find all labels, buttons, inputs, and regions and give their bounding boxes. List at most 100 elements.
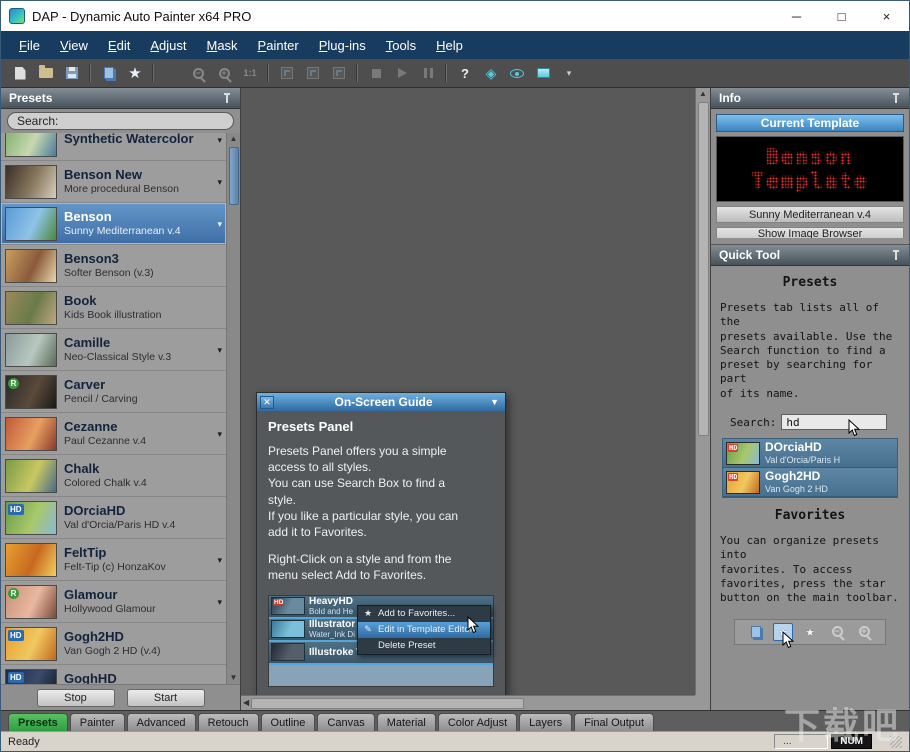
menu-item-view[interactable]: View (50, 34, 98, 57)
qt-search-input[interactable]: hd (781, 414, 888, 431)
preset-description: More procedural Benson (64, 182, 179, 195)
guide-collapse-icon[interactable]: ▼ (490, 397, 499, 407)
scroll-down-icon[interactable]: ▼ (230, 672, 238, 684)
menu-item-edit[interactable]: Edit (98, 34, 140, 57)
layers-view-button[interactable]: ◈ (478, 61, 504, 85)
qt-result-gogh2hd[interactable]: HD Gogh2HD Van Gogh 2 HD (723, 468, 897, 498)
preset-row-cezanne[interactable]: Cezanne Paul Cezanne v.4 ▾ (1, 413, 226, 455)
menu-item-help[interactable]: Help (426, 34, 473, 57)
preset-row-goghhd[interactable]: HD GoghHDVan Gogh HD (Church) ▾ (1, 665, 226, 684)
menu-item-adjust[interactable]: Adjust (140, 34, 196, 57)
mini-preset-name: Illustrator (309, 619, 356, 630)
screen-preview-button[interactable] (530, 61, 556, 85)
canvas-horizontal-scrollbar[interactable]: ◀ (241, 695, 695, 710)
tab-canvas[interactable]: Canvas (317, 713, 375, 731)
preset-menu-arrow-icon[interactable]: ▾ (217, 177, 222, 188)
presets-search-input[interactable]: Search: (7, 112, 234, 130)
new-document-button[interactable] (7, 61, 33, 85)
preset-menu-arrow-icon[interactable]: ▾ (217, 597, 222, 608)
maximize-button[interactable]: □ (819, 1, 864, 31)
info-panel-body: Current Template Benson Template Sunny M… (711, 109, 909, 245)
pin-icon[interactable] (891, 92, 901, 104)
scroll-left-icon[interactable]: ◀ (243, 697, 249, 709)
guide-close-icon[interactable]: ✕ (260, 395, 274, 409)
preset-row-benson3[interactable]: Benson3 Softer Benson (v.3) (1, 245, 226, 287)
scroll-up-icon[interactable]: ▲ (699, 88, 707, 100)
preset-row-felttip[interactable]: FeltTip Felt-Tip (c) HonzaKov ▾ (1, 539, 226, 581)
preset-menu-arrow-icon[interactable]: ▾ (217, 219, 222, 230)
context-menu-item-add-to-favorites[interactable]: ★ Add to Favorites... (358, 606, 490, 622)
show-image-browser-button[interactable]: Show Image Browser (716, 227, 904, 238)
preset-row-gogh2hd[interactable]: HD Gogh2HD Van Gogh 2 HD (v.4) (1, 623, 226, 665)
pin-icon[interactable] (222, 92, 232, 104)
canvas-vertical-scrollbar[interactable]: ▲ (695, 88, 710, 695)
qt-favorites-heading: Favorites (774, 508, 846, 524)
menu-item-tools[interactable]: Tools (376, 34, 426, 57)
preset-row-chalk[interactable]: Chalk Colored Chalk v.4 (1, 455, 226, 497)
scrollbar-thumb[interactable] (228, 147, 239, 205)
qt-duplicate-button[interactable] (746, 623, 766, 641)
start-button[interactable]: Start (126, 688, 205, 707)
menu-item-file[interactable]: File (9, 34, 50, 57)
qt-zoom-out-button[interactable]: − (827, 623, 847, 641)
preview-button[interactable] (504, 61, 530, 85)
qt-search-label: Search: (730, 415, 777, 429)
scrollbar-thumb[interactable] (697, 102, 709, 436)
preset-list-scrollbar[interactable]: ▲ ▼ (226, 133, 240, 684)
preset-menu-arrow-icon[interactable]: ▾ (217, 681, 222, 684)
tab-material[interactable]: Material (376, 713, 436, 731)
tab-advanced[interactable]: Advanced (126, 713, 196, 731)
tab-layers[interactable]: Layers (519, 713, 573, 731)
qt-favorites-button[interactable]: ★ (773, 622, 793, 641)
tab-final-output[interactable]: Final Output (574, 713, 655, 731)
pin-icon[interactable] (891, 249, 901, 261)
toolbar-separator (153, 64, 154, 82)
tab-painter[interactable]: Painter (69, 713, 125, 731)
qt-zoom-in-button[interactable]: + (854, 623, 874, 641)
qt-favorites-edit-button[interactable]: ★ (800, 623, 820, 641)
preset-menu-arrow-icon[interactable]: ▾ (217, 555, 222, 566)
favorites-button[interactable]: ★ (122, 61, 148, 85)
preset-row-synthetic-watercolor[interactable]: Synthetic Watercolor ▾ (1, 133, 226, 161)
scroll-up-icon[interactable]: ▲ (230, 133, 238, 145)
preset-menu-arrow-icon[interactable]: ▾ (217, 345, 222, 356)
help-button[interactable]: ? (452, 61, 478, 85)
open-file-button[interactable] (33, 61, 59, 85)
stop-button[interactable]: Stop (36, 688, 115, 707)
context-menu-item-edit-in-template-editor[interactable]: ✎ Edit in Template Editor (358, 621, 490, 638)
preset-name: GoghHD (64, 671, 117, 684)
preset-row-dorciahd[interactable]: HD DOrciaHD Val d'Orcia/Paris HD v.4 (1, 497, 226, 539)
screen-preview-icon (536, 68, 550, 78)
tab-outline[interactable]: Outline (260, 713, 316, 731)
preset-row-benson-new[interactable]: Benson New More procedural Benson ▾ (1, 161, 226, 203)
menu-item-plug-ins[interactable]: Plug-ins (309, 34, 376, 57)
mini-preset-description: Bold and He (309, 607, 354, 616)
toolbar-options-button[interactable]: ▾ (556, 61, 582, 85)
guide-title-bar: ✕ On-Screen Guide ▼ (257, 393, 505, 411)
scrollbar-thumb[interactable] (251, 697, 524, 709)
menu-item-mask[interactable]: Mask (196, 34, 247, 57)
preset-menu-arrow-icon[interactable]: ▾ (217, 429, 222, 440)
minimize-button[interactable]: ─ (774, 1, 819, 31)
tab-presets[interactable]: Presets (8, 713, 68, 731)
preset-row-benson[interactable]: Benson Sunny Mediterranean v.4 ▾ (1, 203, 226, 245)
favorites-edit-icon: ★ (805, 622, 815, 641)
qt-result-dorciahd[interactable]: HD DOrciaHD Val d'Orcia/Paris H (723, 439, 897, 469)
menu-item-painter[interactable]: Painter (248, 34, 309, 57)
resize-grip[interactable] (890, 735, 902, 748)
preset-row-book[interactable]: Book Kids Book illustration (1, 287, 226, 329)
stop-painting-button (363, 61, 389, 85)
preset-menu-arrow-icon[interactable]: ▾ (217, 135, 222, 146)
main-toolbar: ★ − +1:1? ◈ ▾ (1, 59, 909, 88)
preset-row-glamour[interactable]: R Glamour Hollywood Glamour ▾ (1, 581, 226, 623)
preset-row-carver[interactable]: R Carver Pencil / Carving (1, 371, 226, 413)
tab-retouch[interactable]: Retouch (197, 713, 259, 731)
save-button[interactable] (59, 61, 85, 85)
preset-text: FeltTip Felt-Tip (c) HonzaKov (64, 545, 166, 573)
context-menu-item-delete-preset[interactable]: Delete Preset (358, 638, 490, 654)
zoom-in-icon: + (858, 626, 870, 638)
duplicate-button[interactable] (96, 61, 122, 85)
preset-row-camille[interactable]: Camille Neo-Classical Style v.3 ▾ (1, 329, 226, 371)
close-button[interactable]: × (864, 1, 909, 31)
tab-color-adjust[interactable]: Color Adjust (437, 713, 518, 731)
